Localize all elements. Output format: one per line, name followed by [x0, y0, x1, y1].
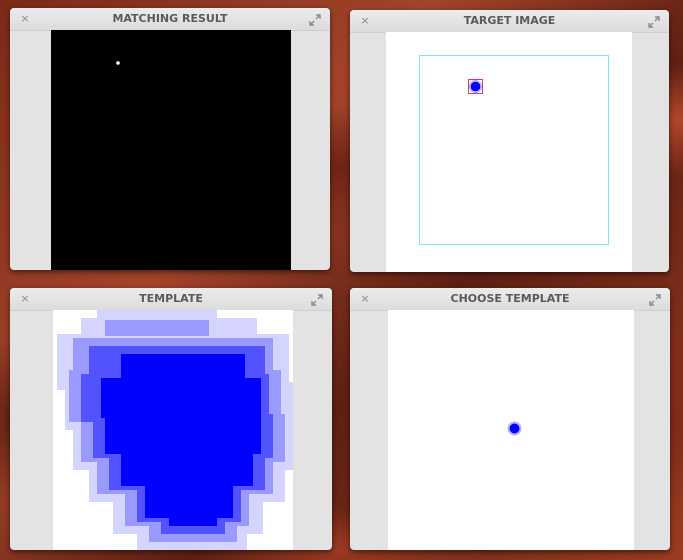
- window-title: CHOOSE TEMPLATE: [450, 292, 570, 305]
- close-icon[interactable]: ×: [18, 292, 32, 306]
- template-titlebar[interactable]: × TEMPLATE: [10, 288, 332, 311]
- maximize-icon[interactable]: [648, 292, 662, 306]
- matching-result-canvas: [51, 30, 291, 270]
- close-icon[interactable]: ×: [18, 12, 32, 26]
- window-title: MATCHING RESULT: [112, 12, 228, 25]
- matching-result-map: [116, 61, 120, 65]
- choose-template-titlebar[interactable]: × CHOOSE TEMPLATE: [350, 288, 670, 311]
- match-peak-dot: [116, 61, 120, 65]
- window-title: TEMPLATE: [139, 292, 203, 305]
- target-image-view: [419, 55, 609, 245]
- window-title: TARGET IMAGE: [463, 14, 556, 27]
- choose-template-window: × CHOOSE TEMPLATE: [350, 288, 670, 550]
- target-image-window: × TARGET IMAGE: [350, 10, 669, 272]
- target-image-titlebar[interactable]: × TARGET IMAGE: [350, 10, 669, 33]
- template-blob-image: [57, 310, 293, 550]
- choose-template-canvas[interactable]: [388, 310, 634, 550]
- maximize-icon[interactable]: [647, 14, 661, 28]
- matching-result-window: × MATCHING RESULT: [10, 8, 330, 270]
- search-region-rect: [419, 55, 609, 245]
- target-blob: [470, 81, 481, 92]
- template-source-blob: [509, 423, 520, 434]
- matching-result-titlebar[interactable]: × MATCHING RESULT: [10, 8, 330, 31]
- template-canvas: [53, 310, 293, 550]
- maximize-icon[interactable]: [308, 12, 322, 26]
- choose-template-view: [507, 421, 522, 436]
- target-image-canvas[interactable]: [386, 32, 632, 272]
- template-window: × TEMPLATE: [10, 288, 332, 550]
- maximize-icon[interactable]: [310, 292, 324, 306]
- close-icon[interactable]: ×: [358, 292, 372, 306]
- close-icon[interactable]: ×: [358, 14, 372, 28]
